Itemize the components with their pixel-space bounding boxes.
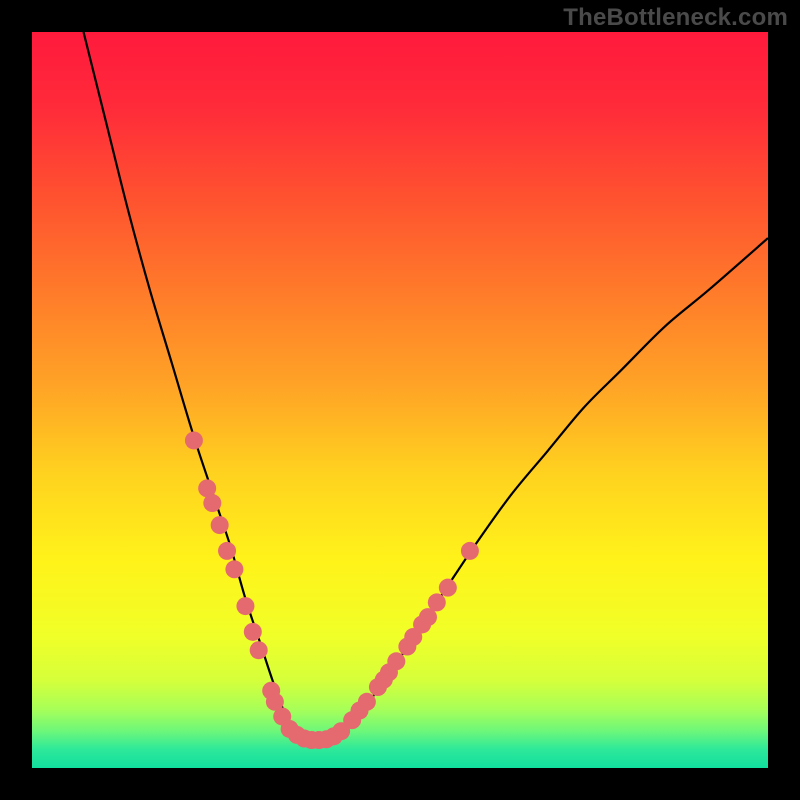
data-marker (250, 641, 268, 659)
data-marker (461, 542, 479, 560)
data-marker (244, 623, 262, 641)
watermark-text: TheBottleneck.com (563, 4, 788, 32)
data-marker (185, 431, 203, 449)
data-marker (203, 494, 221, 512)
chart-frame: TheBottleneck.com (0, 0, 800, 800)
data-marker (236, 597, 254, 615)
data-marker (358, 693, 376, 711)
bottleneck-chart (32, 32, 768, 768)
data-marker (428, 593, 446, 611)
data-marker (225, 560, 243, 578)
data-marker (218, 542, 236, 560)
data-marker (439, 579, 457, 597)
data-marker (387, 652, 405, 670)
data-marker (211, 516, 229, 534)
plot-area (32, 32, 768, 768)
